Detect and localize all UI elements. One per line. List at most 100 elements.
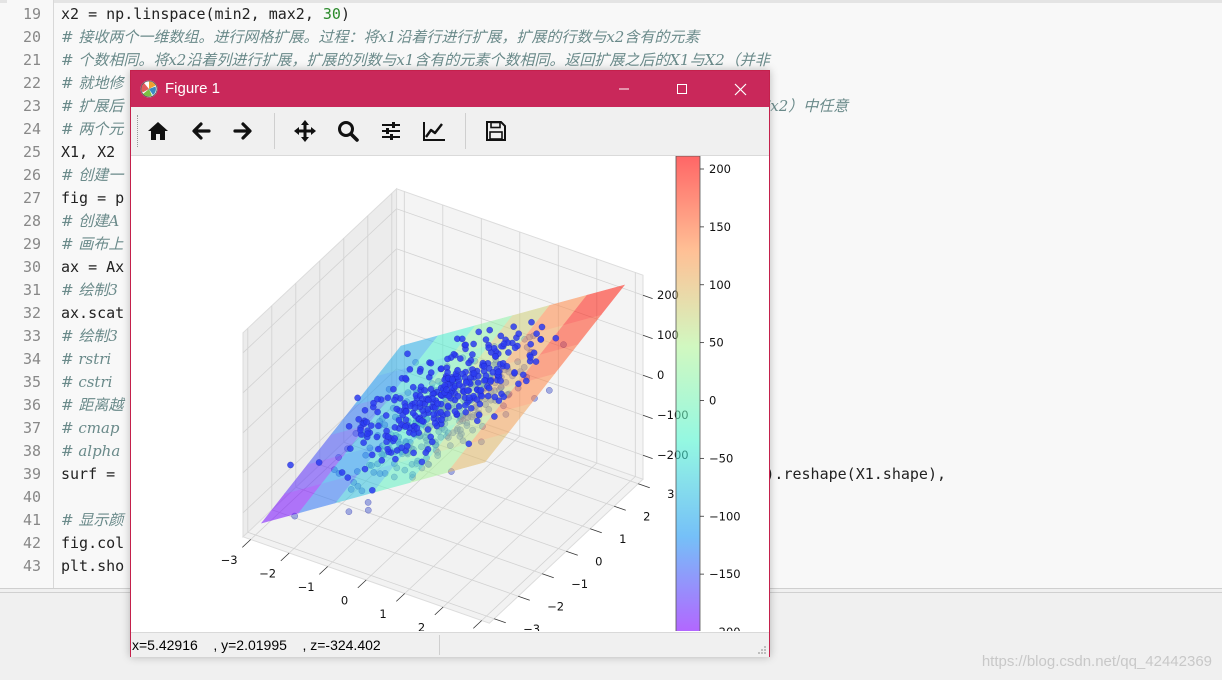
data-point — [478, 392, 486, 400]
line-number: 26 — [22, 166, 41, 184]
data-point — [444, 369, 451, 376]
edit-axis-button[interactable] — [417, 115, 451, 147]
code-comment: # 距离越 — [61, 396, 124, 414]
data-point — [391, 435, 399, 442]
code-text: # 距离越 — [61, 394, 123, 417]
code-text: # 两个元 — [61, 118, 123, 141]
data-point — [402, 423, 409, 430]
data-point — [391, 396, 398, 404]
code-comment: # 创建一 — [61, 166, 124, 184]
z-tick-mark — [642, 294, 653, 299]
data-point — [482, 336, 490, 343]
x1-tick-mark — [280, 552, 290, 562]
navigation-toolbar — [131, 107, 769, 156]
configure-subplots-button[interactable] — [374, 115, 408, 147]
resize-grip-icon[interactable] — [757, 645, 767, 655]
toolbar-separator — [274, 113, 275, 149]
figure-canvas[interactable]: −3−2−10123−3−2−101232001000−100−20020015… — [131, 156, 769, 631]
home-button[interactable] — [141, 115, 175, 147]
back-button[interactable] — [184, 115, 218, 147]
data-point — [444, 355, 451, 363]
forward-button[interactable] — [226, 115, 260, 147]
3d-plot[interactable]: −3−2−10123−3−2−101232001000−100−20020015… — [131, 156, 769, 631]
code-text: ax.scat — [61, 302, 124, 325]
maximize-icon — [677, 84, 687, 94]
line-number: 27 — [22, 189, 41, 207]
data-point — [354, 394, 361, 402]
code-comment: # 就地修 — [61, 74, 124, 92]
data-point — [451, 408, 459, 415]
line-number: 21 — [22, 51, 41, 69]
data-point — [522, 377, 530, 385]
data-point — [505, 349, 512, 356]
z-tick-label: 0 — [657, 368, 664, 382]
data-point — [438, 365, 445, 372]
data-point — [357, 426, 364, 434]
data-point — [485, 344, 493, 352]
code-comment: # 接收两个一维数组。进行网格扩展。过程：将x1沿着行进行扩展，扩展的行数与x2… — [61, 28, 700, 46]
data-point — [552, 334, 560, 342]
x1-tick-label: −1 — [298, 580, 315, 594]
data-point — [528, 318, 535, 326]
line-number: 38 — [22, 442, 41, 460]
x2-tick-mark — [566, 550, 578, 556]
close-button[interactable] — [711, 71, 769, 107]
data-point — [444, 402, 452, 410]
minimize-button[interactable] — [595, 71, 653, 107]
x2-tick-mark — [614, 505, 626, 511]
code-text: # alpha — [61, 440, 120, 463]
data-point — [477, 386, 485, 394]
line-number: 32 — [22, 304, 41, 322]
data-point — [424, 426, 432, 433]
x2-tick-mark — [638, 483, 650, 489]
data-point — [443, 410, 451, 418]
zoom-button[interactable] — [331, 115, 365, 147]
data-point — [448, 376, 456, 383]
toolbar-separator — [465, 113, 466, 149]
x2-tick-mark — [590, 528, 602, 534]
data-point — [287, 461, 294, 469]
code-token: ax.scat — [61, 304, 125, 322]
back-arrow-icon — [192, 122, 211, 140]
data-point — [374, 422, 382, 430]
line-number: 33 — [22, 327, 41, 345]
data-point — [462, 341, 470, 349]
window-titlebar[interactable]: Figure 1 — [131, 71, 769, 107]
data-point — [515, 380, 522, 388]
x1-tick-mark — [434, 606, 444, 616]
data-point — [345, 508, 353, 516]
pan-button[interactable] — [288, 115, 322, 147]
maximize-button[interactable] — [653, 71, 711, 107]
x2-tick-label: 2 — [643, 509, 650, 523]
data-point — [462, 402, 469, 409]
code-text: # 绘制3 — [61, 325, 118, 348]
code-text: # 显示颜 — [61, 509, 123, 532]
code-token: fig.col — [61, 534, 125, 552]
data-point — [455, 403, 463, 410]
code-comment: # 两个元 — [61, 120, 124, 138]
data-point — [532, 358, 540, 365]
data-point — [476, 400, 484, 408]
data-point — [364, 430, 371, 438]
x1-tick-mark — [473, 620, 482, 629]
data-point — [409, 383, 417, 391]
figure-window[interactable]: Figure 1 −3 −2 −1 0 1 2 −3 −2 −1 0 1 2 3… — [130, 70, 770, 657]
data-point — [510, 323, 518, 331]
data-point — [527, 340, 535, 348]
data-point — [402, 408, 410, 415]
x1-tick-label: −2 — [259, 566, 276, 580]
code-comment: # alpha — [61, 442, 121, 460]
data-point — [503, 362, 511, 370]
data-point — [455, 381, 463, 389]
data-point — [462, 379, 470, 386]
save-button[interactable] — [479, 115, 513, 147]
zoom-magnifier-icon — [338, 121, 359, 142]
code-token: x2 = np.linspace(min2, max2, — [61, 5, 323, 23]
z-tick-mark — [642, 374, 653, 379]
data-point — [500, 340, 508, 348]
data-point — [364, 499, 372, 506]
data-point — [315, 459, 323, 466]
line-number: 28 — [22, 212, 41, 230]
data-point — [465, 440, 473, 448]
code-text: fig = p — [61, 187, 124, 210]
